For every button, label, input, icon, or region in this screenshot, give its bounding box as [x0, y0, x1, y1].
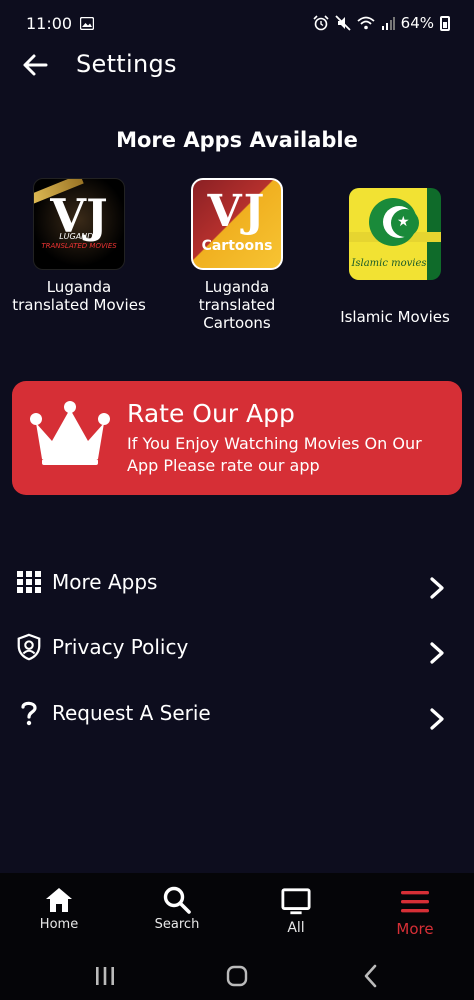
app-label: Luganda translated Movies [12, 278, 146, 314]
islamic-movies-app-icon[interactable]: ★ Islamic movies [349, 188, 441, 280]
recent-apps-icon[interactable] [90, 963, 120, 989]
app-label: Islamic Movies [340, 308, 450, 326]
nav-label: Home [39, 917, 79, 932]
home-button-icon[interactable] [222, 963, 252, 989]
question-icon [21, 701, 37, 726]
app-luganda-movies[interactable]: VJ LUGANDA TRANSLATED MOVIES Luganda tra… [9, 178, 149, 314]
more-apps-title: More Apps Available [116, 128, 358, 152]
shield-icon [17, 633, 41, 661]
menu-item-more-apps[interactable]: More Apps [0, 560, 474, 610]
menu-label: Privacy Policy [52, 635, 189, 659]
status-time: 11:00 [26, 13, 73, 33]
page-title: Settings [76, 50, 177, 78]
back-button-icon[interactable] [356, 963, 386, 989]
nav-more[interactable]: More [356, 873, 474, 953]
menu-item-privacy-policy[interactable]: Privacy Policy [0, 625, 474, 675]
back-arrow-icon[interactable] [20, 50, 50, 80]
tv-icon [281, 888, 311, 915]
nav-label: More [396, 920, 434, 938]
signal-icon [381, 17, 395, 30]
menu-label: Request A Serie [52, 701, 211, 725]
battery-percent: 64% [400, 14, 434, 32]
apps-row: VJ LUGANDA TRANSLATED MOVIES Luganda tra… [0, 178, 474, 343]
chevron-right-icon [430, 708, 444, 730]
crown-icon [30, 401, 110, 465]
app-luganda-cartoons[interactable]: VJ Cartoons Luganda translated Cartoons [167, 178, 307, 332]
mute-icon [335, 15, 351, 31]
status-bar: 11:00 64% [0, 0, 474, 46]
app-bar: Settings [0, 44, 474, 86]
menu-icon [401, 891, 429, 913]
nav-label: All [287, 920, 305, 936]
image-icon [80, 16, 95, 30]
bottom-nav: Home Search All More [0, 873, 474, 953]
menu-item-request-serie[interactable]: Request A Serie [0, 691, 474, 741]
chevron-right-icon [430, 642, 444, 664]
home-icon [46, 888, 72, 912]
rate-title: Rate Our App [127, 399, 295, 428]
app-label: Luganda translated Cartoons [198, 278, 276, 332]
nav-all[interactable]: All [237, 873, 355, 953]
nav-search[interactable]: Search [118, 873, 236, 953]
chevron-right-icon [430, 577, 444, 599]
rate-subtitle: If You Enjoy Watching Movies On Our App … [127, 434, 422, 475]
app-islamic-movies[interactable]: ★ Islamic movies Islamic Movies [325, 188, 465, 326]
system-nav-bar [0, 953, 474, 1000]
menu-label: More Apps [52, 570, 158, 594]
battery-icon [440, 15, 450, 31]
grid-icon [17, 571, 41, 593]
search-icon [163, 886, 191, 914]
wifi-icon [357, 16, 375, 30]
luganda-cartoons-app-icon[interactable]: VJ Cartoons [191, 178, 283, 270]
alarm-icon [313, 15, 329, 31]
star-icon: ★ [397, 214, 410, 230]
nav-label: Search [154, 917, 200, 932]
luganda-movies-app-icon[interactable]: VJ LUGANDA TRANSLATED MOVIES [33, 178, 125, 270]
rate-app-card[interactable]: Rate Our App If You Enjoy Watching Movie… [12, 381, 462, 495]
nav-home[interactable]: Home [0, 873, 118, 953]
